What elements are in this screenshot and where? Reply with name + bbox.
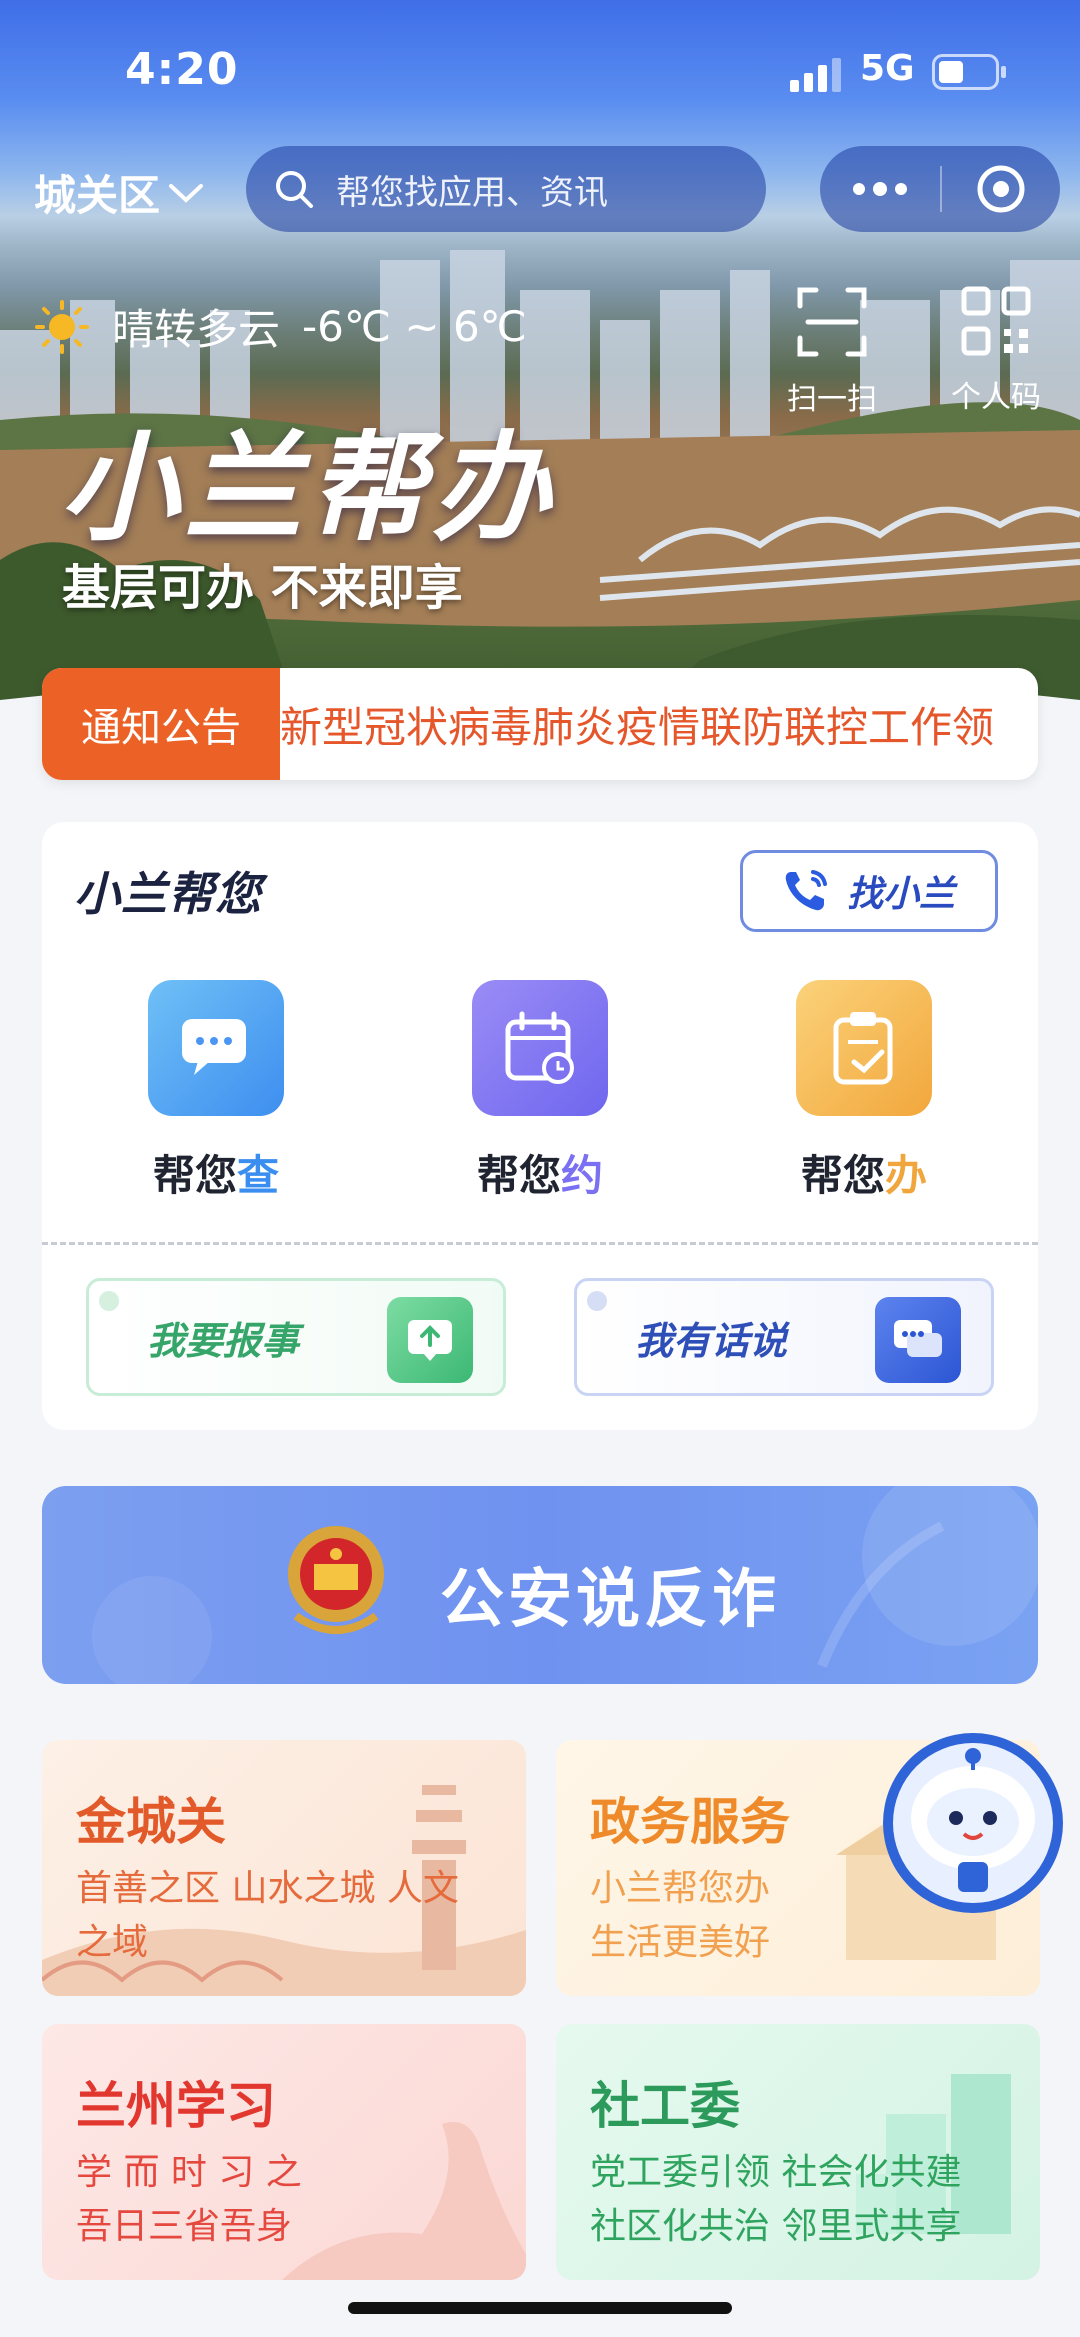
tile-title: 兰州学习 xyxy=(76,2077,276,2135)
speak-up-label: 我有话说 xyxy=(635,1318,788,1363)
signal-icon xyxy=(790,58,841,92)
report-issue-button[interactable]: 我要报事 xyxy=(86,1278,506,1396)
service-query[interactable]: 帮您查 xyxy=(116,980,316,1203)
calendar-icon xyxy=(472,980,608,1116)
service-handle-label: 帮您办 xyxy=(800,1151,928,1200)
close-miniapp-button[interactable] xyxy=(942,146,1060,232)
notice-bar[interactable]: 通知公告 新型冠状病毒肺炎疫情联防联控工作领 xyxy=(42,668,1038,780)
upload-icon xyxy=(387,1297,473,1383)
speak-up-button[interactable]: 我有话说 xyxy=(574,1278,994,1396)
battery-icon xyxy=(932,54,1006,90)
scan-label: 扫一扫 xyxy=(787,382,877,417)
message-icon xyxy=(148,980,284,1116)
chevron-down-icon xyxy=(169,183,204,203)
phone-call-icon xyxy=(785,870,827,911)
tile-jinchengguan[interactable]: 金城关 首善之区 山水之城 人文 之域 xyxy=(42,1740,526,1996)
service-appointment[interactable]: 帮您约 xyxy=(440,980,640,1203)
tile-title: 政务服务 xyxy=(590,1793,790,1851)
police-emblem-icon xyxy=(288,1526,384,1634)
more-button[interactable] xyxy=(820,146,940,232)
tile-lanzhou-study[interactable]: 兰州学习 学 而 时 习 之 吾日三省吾身 xyxy=(42,2024,526,2280)
weather-text: 晴转多云 xyxy=(112,305,281,354)
tile-subtitle: 学 而 时 习 之 吾日三省吾身 xyxy=(76,2152,302,2247)
find-xiaolan-label: 找小兰 xyxy=(846,874,955,915)
sun-icon xyxy=(35,299,89,354)
report-issue-label: 我要报事 xyxy=(147,1318,300,1363)
search-icon xyxy=(276,171,313,208)
card-divider xyxy=(42,1242,1038,1245)
hero-slogan-subtitle: 基层可办 不来即享 xyxy=(62,560,463,616)
target-icon xyxy=(977,165,1025,213)
find-xiaolan-button[interactable]: 找小兰 xyxy=(740,850,998,932)
weather-widget: 晴转多云 -6℃ ~ 6℃ xyxy=(34,296,527,357)
tile-subtitle: 党工委引领 社会化共建 社区化共治 邻里式共享 xyxy=(590,2152,962,2247)
tile-title: 社工委 xyxy=(590,2077,740,2135)
miniapp-capsule xyxy=(820,146,1060,232)
weather-temperature: -6℃ ~ 6℃ xyxy=(302,302,527,351)
service-handle[interactable]: 帮您办 xyxy=(764,980,964,1203)
tile-subtitle: 首善之区 山水之城 人文 之域 xyxy=(76,1868,459,1963)
decor-dot xyxy=(587,1291,607,1311)
personal-code-button[interactable]: 个人码 xyxy=(926,286,1066,416)
personal-code-label: 个人码 xyxy=(951,380,1041,415)
search-input[interactable]: 帮您找应用、资讯 xyxy=(246,146,766,232)
status-time: 4:20 xyxy=(125,44,239,95)
scan-icon xyxy=(797,287,867,357)
hero-banner: 4:20 5G 城关区 帮您找应用、资讯 晴转多云 -6℃ ~ 6℃ 扫一扫 个… xyxy=(0,0,1080,720)
network-type: 5G xyxy=(860,48,915,89)
anti-fraud-banner[interactable]: 公安说反诈 xyxy=(42,1486,1038,1684)
status-bar: 4:20 5G xyxy=(0,40,1080,100)
search-placeholder: 帮您找应用、资讯 xyxy=(336,172,608,213)
scan-button[interactable]: 扫一扫 xyxy=(762,286,902,418)
qrcode-icon xyxy=(961,286,1031,356)
service-appointment-label: 帮您约 xyxy=(476,1151,604,1200)
top-bar: 城关区 帮您找应用、资讯 xyxy=(0,146,1080,232)
mascot-assistant-icon[interactable] xyxy=(880,1730,1066,1916)
tile-social-work[interactable]: 社工委 党工委引领 社会化共建 社区化共治 邻里式共享 xyxy=(556,2024,1040,2280)
home-indicator[interactable] xyxy=(348,2302,732,2314)
tile-title: 金城关 xyxy=(76,1793,226,1851)
notice-tag: 通知公告 xyxy=(42,668,280,780)
district-selector[interactable]: 城关区 xyxy=(34,162,204,223)
chat-icon xyxy=(875,1297,961,1383)
help-card: 小兰帮您 找小兰 帮您查 帮您约 帮您办 我要报事 我有话说 xyxy=(42,822,1038,1430)
notice-marquee-text: 新型冠状病毒肺炎疫情联防联控工作领 xyxy=(280,702,995,752)
service-query-label: 帮您查 xyxy=(152,1151,280,1200)
district-label: 城关区 xyxy=(34,171,161,220)
banner-title: 公安说反诈 xyxy=(440,1563,780,1637)
help-card-title: 小兰帮您 xyxy=(74,867,262,921)
hero-slogan-title: 小兰帮办 xyxy=(60,418,557,557)
clipboard-check-icon xyxy=(796,980,932,1116)
decor-dot xyxy=(99,1291,119,1311)
tile-subtitle: 小兰帮您办 生活更美好 xyxy=(590,1868,771,1963)
more-dots-icon xyxy=(853,182,907,196)
